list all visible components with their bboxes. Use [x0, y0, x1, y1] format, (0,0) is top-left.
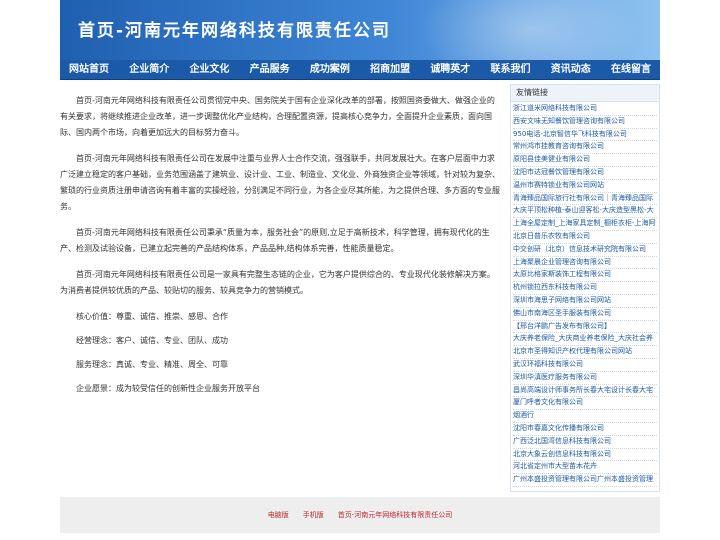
friend-link[interactable]: 青海臻品国际旅行社有限公司｜青海臻品国际 — [513, 194, 653, 202]
friend-link[interactable]: 深圳华滇医疗服务有限公司 — [513, 373, 597, 381]
friend-link[interactable]: 烟酒行 — [513, 411, 534, 419]
list-item: 北京大象云创信息科技有限公司 — [513, 449, 657, 462]
nav-item-products[interactable]: 产品服务 — [241, 60, 299, 79]
list-item: 太原比格家斯装饰工程有限公司 — [513, 269, 657, 283]
friend-links-heading: 友情链接 — [511, 85, 659, 102]
friend-link[interactable]: 【邢台洋鹏广告发布有限公司】 — [513, 322, 611, 330]
friend-link[interactable]: 沈阳市春嘉文化传播有限公司 — [513, 424, 604, 432]
friend-link[interactable]: 武汉环福科技有限公司 — [513, 360, 583, 368]
friend-link[interactable]: 北京大象云创信息科技有限公司 — [513, 450, 611, 458]
company-values: 核心价值：尊重、诚信、推崇、感恩、合作 经营理念：客户、诚信、专业、团队、成功 … — [60, 309, 500, 397]
list-item: 昌尚高端设计师事务所长春大宅设计长春大宅 — [513, 385, 657, 398]
friend-link[interactable]: 广西泛北国湾信息科技有限公司 — [513, 437, 611, 445]
friend-link[interactable]: 常州鸿市挂教育咨询有限公司 — [513, 142, 604, 150]
friend-link[interactable]: 北京市圣得知识产权代理有限公司网站 — [513, 347, 632, 355]
list-item: 温州市赛特锁业有限公司网站 — [513, 180, 657, 193]
list-item: 上海全屋定制_上海家具定制_橱柜衣柜-上海阿 — [513, 218, 657, 231]
list-item: 大庆平顶松种植-泰山迎客松-大庆造型黑松-大 — [513, 205, 657, 219]
intro-paragraph: 首页-河南元年网络科技有限责任公司贯彻党中央、国务院关于国有企业深化改革的部署，… — [60, 96, 495, 137]
main-nav: 网站首页 企业简介 企业文化 产品服务 成功案例 招商加盟 诚聘英才 联系我们 … — [60, 60, 660, 80]
nav-item-about[interactable]: 企业简介 — [120, 60, 178, 79]
header-banner: 首页-河南元年网络科技有限责任公司 — [60, 0, 660, 60]
intro-paragraph: 首页-河南元年网络科技有限责任公司在发展中注重与业界人士合作交流，强强联手，共同… — [60, 154, 500, 211]
friend-link[interactable]: 太原比格家斯装饰工程有限公司 — [513, 270, 611, 278]
friend-link[interactable]: 中交创研（北京）信息技术研究院有限公司 — [513, 245, 646, 253]
intro-paragraph: 首页-河南元年网络科技有限责任公司秉承“质量为本，服务社会”的原则,立足于高新技… — [60, 228, 490, 253]
friend-link[interactable]: 昌尚高端设计师事务所长春大宅设计长春大宅 — [513, 386, 653, 394]
friend-link[interactable]: 厦门呼者文化有限公司 — [513, 398, 583, 406]
list-item: 厦门呼者文化有限公司 — [513, 397, 657, 411]
nav-item-culture[interactable]: 企业文化 — [180, 60, 238, 79]
service-philosophy-line: 服务理念：真诚、专业、精准、周全、可靠 — [76, 360, 228, 369]
nav-item-home[interactable]: 网站首页 — [60, 60, 118, 79]
site-title: 首页-河南元年网络科技有限责任公司 — [78, 21, 392, 41]
friend-link[interactable]: 950电话-北京智信华飞科技有限公司 — [513, 130, 627, 138]
list-item: 北京日普乐农牧有限公司 — [513, 231, 657, 244]
list-item: 佛山市南海区圣手服装有限公司 — [513, 308, 657, 321]
footer-link-mobile[interactable]: 手机版 — [303, 510, 324, 520]
friend-link[interactable]: 广州本盛投资管理有限公司广州本盛投资管理 — [513, 475, 653, 483]
list-item: 常州鸿市挂教育咨询有限公司 — [513, 141, 657, 155]
list-item: 西安文味无知餐饮管理咨询有限公司 — [513, 116, 657, 129]
footer-link-desktop[interactable]: 电脑版 — [268, 510, 289, 520]
list-item: 河北省定州市大型苗木花卉 — [513, 461, 657, 475]
friend-link[interactable]: 西安文味无知餐饮管理咨询有限公司 — [513, 117, 625, 125]
friend-link[interactable]: 沈阳市达冠餐饮管理有限公司 — [513, 168, 604, 176]
list-item: 青海臻品国际旅行社有限公司｜青海臻品国际 — [513, 193, 657, 206]
friend-link[interactable]: 佛山市南海区圣手服装有限公司 — [513, 309, 611, 317]
list-item: 原阳县佳美健业有限公司 — [513, 154, 657, 167]
friend-link[interactable]: 上海全屋定制_上海家具定制_橱柜衣柜-上海阿 — [513, 219, 656, 227]
core-value-line: 核心价值：尊重、诚信、推崇、感恩、合作 — [76, 312, 228, 321]
list-item: 沈阳市春嘉文化传播有限公司 — [513, 423, 657, 436]
friend-link[interactable]: 大庆养老保险_大庆商业养老保险_大庆社会养 — [513, 334, 653, 342]
list-item: 深圳市海思子网络有限公司网站 — [513, 295, 657, 308]
list-item: 广西泛北国湾信息科技有限公司 — [513, 436, 657, 449]
friend-link[interactable]: 温州市赛特锁业有限公司网站 — [513, 181, 604, 189]
list-item: 上海聚晨企业管理咨询有限公司 — [513, 257, 657, 270]
list-item: 950电话-北京智信华飞科技有限公司 — [513, 129, 657, 142]
business-philosophy-line: 经营理念：客户、诚信、专业、团队、成功 — [76, 336, 228, 345]
nav-item-message[interactable]: 在线留言 — [602, 60, 660, 79]
friend-link[interactable]: 大庆平顶松种植-泰山迎客松-大庆造型黑松-大 — [513, 206, 654, 214]
nav-item-jobs[interactable]: 诚聘英才 — [421, 60, 479, 79]
friend-link[interactable]: 河北省定州市大型苗木花卉 — [513, 462, 597, 470]
footer: 电脑版 手机版 首页-河南元年网络科技有限责任公司 — [60, 497, 660, 533]
nav-item-cases[interactable]: 成功案例 — [301, 60, 359, 79]
list-item: 【邢台洋鹏广告发布有限公司】 — [513, 321, 657, 334]
list-item: 沈阳市达冠餐饮管理有限公司 — [513, 167, 657, 180]
list-item: 大庆养老保险_大庆商业养老保险_大庆社会养 — [513, 333, 657, 347]
main-content: 首页-河南元年网络科技有限责任公司贯彻党中央、国务院关于国有企业深化改革的部署，… — [60, 93, 500, 405]
friend-links-panel: 友情链接 浙江道米网络科技有限公司西安文味无知餐饮管理咨询有限公司 950电话-北… — [510, 84, 660, 492]
banner-glow-decoration — [420, 0, 640, 60]
friend-link[interactable]: 杭州锁拉西东科技有限公司 — [513, 283, 597, 291]
vision-line: 企业愿景：成为较受信任的创新性企业服务开放平台 — [76, 384, 260, 393]
list-item: 浙江道米网络科技有限公司 — [513, 103, 657, 116]
friend-link[interactable]: 上海聚晨企业管理咨询有限公司 — [513, 258, 611, 266]
friend-link[interactable]: 深圳市海思子网络有限公司网站 — [513, 296, 611, 304]
friend-link[interactable]: 原阳县佳美健业有限公司 — [513, 155, 590, 163]
list-item: 广州本盛投资管理有限公司广州本盛投资管理 — [513, 474, 657, 487]
intro-paragraph: 首页-河南元年网络科技有限责任公司是一家具有完整生态链的企业，它为客户提供综合的… — [60, 270, 495, 295]
list-item: 北京市圣得知识产权代理有限公司网站 — [513, 346, 657, 359]
list-item: 深圳华滇医疗服务有限公司 — [513, 372, 657, 385]
nav-item-news[interactable]: 资讯动态 — [542, 60, 600, 79]
list-item: 烟酒行 — [513, 410, 657, 423]
friend-links-list: 浙江道米网络科技有限公司西安文味无知餐饮管理咨询有限公司 950电话-北京智信华飞… — [511, 102, 659, 487]
friend-link[interactable]: 北京日普乐农牧有限公司 — [513, 232, 590, 240]
list-item: 中交创研（北京）信息技术研究院有限公司 — [513, 244, 657, 257]
friend-link[interactable]: 浙江道米网络科技有限公司 — [513, 104, 597, 112]
nav-item-franchise[interactable]: 招商加盟 — [361, 60, 419, 79]
list-item: 杭州锁拉西东科技有限公司 — [513, 282, 657, 295]
nav-item-contact[interactable]: 联系我们 — [482, 60, 540, 79]
list-item: 武汉环福科技有限公司 — [513, 359, 657, 372]
footer-link-home[interactable]: 首页-河南元年网络科技有限责任公司 — [338, 510, 453, 520]
